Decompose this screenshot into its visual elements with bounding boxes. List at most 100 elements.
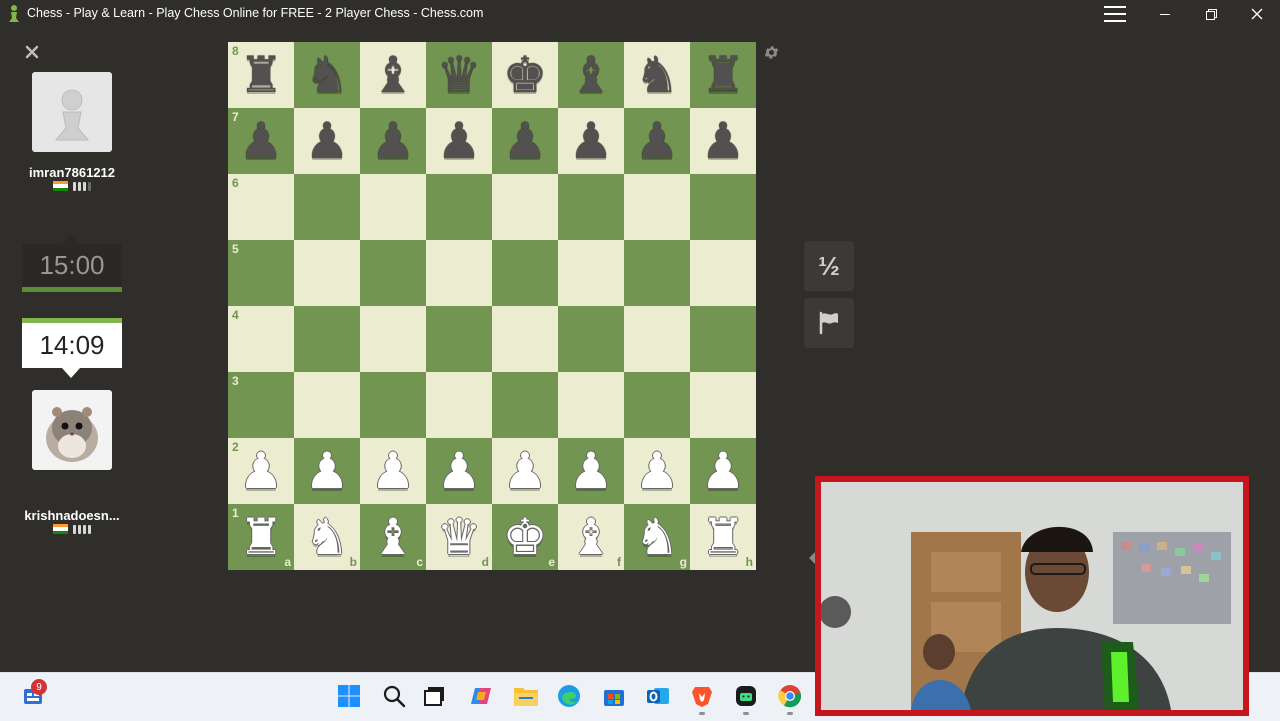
edge-icon[interactable] [556,683,582,709]
android-app-icon[interactable] [733,683,759,709]
square-d1[interactable]: d ♛ [426,504,492,570]
square-b1[interactable]: b ♞ [294,504,360,570]
square-f3[interactable] [558,372,624,438]
square-h6[interactable] [690,174,756,240]
black-pawn-icon[interactable]: ♟ [360,108,426,174]
square-e8[interactable]: ♚ [492,42,558,108]
square-b2[interactable]: ♟ [294,438,360,504]
black-pawn-icon[interactable]: ♟ [690,108,756,174]
gear-icon[interactable] [763,44,780,61]
square-c8[interactable]: ♝ [360,42,426,108]
square-e1[interactable]: e ♚ [492,504,558,570]
windows-start-icon[interactable] [336,683,362,709]
square-e6[interactable] [492,174,558,240]
square-g8[interactable]: ♞ [624,42,690,108]
square-g6[interactable] [624,174,690,240]
square-a7[interactable]: 7 ♟ [228,108,294,174]
square-f8[interactable]: ♝ [558,42,624,108]
square-b5[interactable] [294,240,360,306]
square-f6[interactable] [558,174,624,240]
microsoft-store-icon[interactable] [601,683,627,709]
black-pawn-icon[interactable]: ♟ [228,108,294,174]
white-rook-icon[interactable]: ♜ [228,504,294,570]
black-bishop-icon[interactable]: ♝ [360,42,426,108]
chrome-icon[interactable] [777,683,803,709]
minimize-button[interactable] [1142,0,1188,28]
square-d5[interactable] [426,240,492,306]
white-pawn-icon[interactable]: ♟ [558,438,624,504]
square-d4[interactable] [426,306,492,372]
square-c6[interactable] [360,174,426,240]
brave-icon[interactable] [689,683,715,709]
square-g3[interactable] [624,372,690,438]
square-h3[interactable] [690,372,756,438]
white-queen-icon[interactable]: ♛ [426,504,492,570]
square-a1[interactable]: 1 a ♜ [228,504,294,570]
square-d6[interactable] [426,174,492,240]
close-game-icon[interactable] [23,43,41,61]
square-b3[interactable] [294,372,360,438]
white-bishop-icon[interactable]: ♝ [360,504,426,570]
square-f5[interactable] [558,240,624,306]
task-view-icon[interactable] [422,683,448,709]
chess-board[interactable]: 8 ♜ ♞ ♝ ♛ ♚ ♝ ♞ ♜ 7 ♟ ♟ ♟ ♟ ♟ ♟ ♟ ♟ 6 5 4 3 2 ♟ ♟ ♟ ♟ ♟ ♟ ♟ ♟ 1 a ♜ b ♞ c ♝ d ♛… [228,42,756,570]
square-d2[interactable]: ♟ [426,438,492,504]
square-h7[interactable]: ♟ [690,108,756,174]
black-pawn-icon[interactable]: ♟ [558,108,624,174]
white-knight-icon[interactable]: ♞ [294,504,360,570]
square-g4[interactable] [624,306,690,372]
offer-draw-button[interactable]: ½ [804,241,854,291]
square-f4[interactable] [558,306,624,372]
restore-button[interactable] [1188,0,1234,28]
white-pawn-icon[interactable]: ♟ [690,438,756,504]
square-e3[interactable] [492,372,558,438]
square-d3[interactable] [426,372,492,438]
hamburger-menu-button[interactable] [1092,0,1138,28]
black-pawn-icon[interactable]: ♟ [492,108,558,174]
square-f2[interactable]: ♟ [558,438,624,504]
black-queen-icon[interactable]: ♛ [426,42,492,108]
square-h2[interactable]: ♟ [690,438,756,504]
square-f7[interactable]: ♟ [558,108,624,174]
file-explorer-icon[interactable] [513,683,539,709]
square-b8[interactable]: ♞ [294,42,360,108]
square-a2[interactable]: 2 ♟ [228,438,294,504]
black-rook-icon[interactable]: ♜ [690,42,756,108]
square-e2[interactable]: ♟ [492,438,558,504]
black-king-icon[interactable]: ♚ [492,42,558,108]
white-pawn-icon[interactable]: ♟ [294,438,360,504]
square-d7[interactable]: ♟ [426,108,492,174]
square-a5[interactable]: 5 [228,240,294,306]
square-e4[interactable] [492,306,558,372]
square-c3[interactable] [360,372,426,438]
square-g1[interactable]: g ♞ [624,504,690,570]
square-c2[interactable]: ♟ [360,438,426,504]
outlook-icon[interactable] [645,683,671,709]
white-rook-icon[interactable]: ♜ [690,504,756,570]
white-king-icon[interactable]: ♚ [492,504,558,570]
square-h8[interactable]: ♜ [690,42,756,108]
white-knight-icon[interactable]: ♞ [624,504,690,570]
copilot-icon[interactable] [468,683,494,709]
square-e5[interactable] [492,240,558,306]
square-a3[interactable]: 3 [228,372,294,438]
player-username[interactable]: krishnadoesn... [0,508,144,523]
white-pawn-icon[interactable]: ♟ [228,438,294,504]
black-pawn-icon[interactable]: ♟ [426,108,492,174]
square-a8[interactable]: 8 ♜ [228,42,294,108]
square-b6[interactable] [294,174,360,240]
search-icon[interactable] [381,683,407,709]
white-pawn-icon[interactable]: ♟ [360,438,426,504]
square-d8[interactable]: ♛ [426,42,492,108]
black-rook-icon[interactable]: ♜ [228,42,294,108]
black-bishop-icon[interactable]: ♝ [558,42,624,108]
square-h1[interactable]: h ♜ [690,504,756,570]
square-h5[interactable] [690,240,756,306]
white-pawn-icon[interactable]: ♟ [492,438,558,504]
white-pawn-icon[interactable]: ♟ [624,438,690,504]
white-pawn-icon[interactable]: ♟ [426,438,492,504]
square-a4[interactable]: 4 [228,306,294,372]
black-knight-icon[interactable]: ♞ [624,42,690,108]
square-h4[interactable] [690,306,756,372]
close-window-button[interactable] [1234,0,1280,28]
